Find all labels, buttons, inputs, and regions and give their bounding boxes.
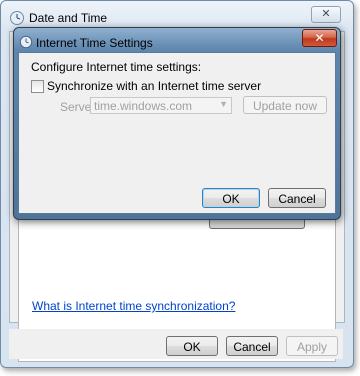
dialog-ok-button[interactable]: OK [202, 188, 260, 208]
server-combobox[interactable]: time.windows.com ▼ [90, 97, 232, 114]
clock-icon [19, 35, 33, 49]
clock-icon [10, 11, 24, 25]
sync-checkbox-label[interactable]: Synchronize with an Internet time server [47, 79, 261, 93]
help-link[interactable]: What is Internet time synchronization? [32, 299, 235, 313]
sync-checkbox[interactable] [31, 80, 44, 93]
window-title: Date and Time [29, 11, 108, 25]
ok-button[interactable]: OK [166, 336, 218, 356]
dialog-client-area: Configure Internet time settings: Synchr… [18, 52, 336, 214]
configure-heading: Configure Internet time settings: [31, 60, 202, 74]
server-value: time.windows.com [94, 99, 193, 113]
dialog-title: Internet Time Settings [36, 36, 153, 50]
cancel-button[interactable]: Cancel [226, 336, 278, 356]
internet-time-settings-dialog: Internet Time Settings ✕ Configure Inter… [13, 27, 341, 220]
apply-button[interactable]: Apply [286, 336, 338, 356]
dialog-cancel-button[interactable]: Cancel [268, 188, 326, 208]
dialog-close-button[interactable]: ✕ [302, 29, 337, 47]
update-now-button[interactable]: Update now [243, 96, 327, 114]
window-close-button[interactable]: ✕ [311, 6, 341, 23]
chevron-down-icon: ▼ [219, 99, 228, 109]
